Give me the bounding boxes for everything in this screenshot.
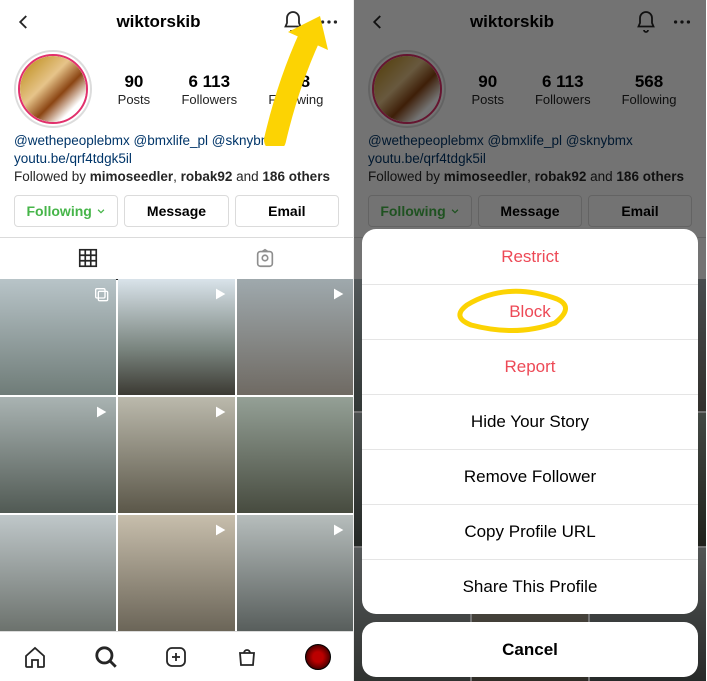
bottom-nav [0, 631, 353, 681]
back-button[interactable] [10, 8, 38, 36]
top-bar: wiktorskib [0, 0, 353, 44]
action-remove-follower[interactable]: Remove Follower [362, 449, 698, 504]
post-thumb[interactable] [0, 515, 116, 631]
followed-by-line[interactable]: Followed by mimoseedler, robak92 and 186… [14, 169, 330, 184]
message-button[interactable]: Message [124, 195, 228, 227]
profile-header: 90Posts 6 113Followers 568Following [0, 44, 353, 132]
nav-create-icon[interactable] [162, 643, 190, 671]
post-thumb[interactable] [118, 397, 234, 513]
action-block[interactable]: Block [362, 284, 698, 339]
profile-tabs [0, 237, 353, 279]
play-icon [211, 285, 229, 303]
action-hide-story[interactable]: Hide Your Story [362, 394, 698, 449]
profile-username: wiktorskib [46, 12, 271, 32]
stats-row: 90Posts 6 113Followers 568Following [102, 72, 339, 107]
notifications-icon[interactable] [279, 8, 307, 36]
play-icon [211, 521, 229, 539]
action-restrict[interactable]: Restrict [362, 229, 698, 284]
nav-profile-icon[interactable] [304, 643, 332, 671]
nav-search-icon[interactable] [92, 643, 120, 671]
post-thumb[interactable] [237, 397, 353, 513]
following-button[interactable]: Following [14, 195, 118, 227]
action-sheet-panel: Restrict Block Report Hide Your Story Re… [362, 229, 698, 614]
bio-link[interactable]: youtu.be/qrf4tdgk5il [14, 151, 132, 166]
screen-profile: wiktorskib 90Posts 6 113Followers 568Fol… [0, 0, 353, 681]
post-thumb[interactable] [237, 515, 353, 631]
play-icon [329, 521, 347, 539]
tab-tagged[interactable] [177, 238, 354, 279]
posts-grid [0, 279, 353, 631]
play-icon [329, 285, 347, 303]
stat-posts[interactable]: 90Posts [118, 72, 151, 107]
post-thumb[interactable] [0, 397, 116, 513]
post-thumb[interactable] [118, 515, 234, 631]
stat-following[interactable]: 568Following [268, 72, 323, 107]
play-icon [211, 403, 229, 421]
action-report[interactable]: Report [362, 339, 698, 394]
post-thumb[interactable] [118, 279, 234, 395]
action-copy-url[interactable]: Copy Profile URL [362, 504, 698, 559]
profile-bio: @wethepeoplebmx @bmxlife_pl @sknybmx you… [0, 132, 353, 195]
play-icon [92, 403, 110, 421]
profile-avatar[interactable] [14, 50, 92, 128]
action-cancel[interactable]: Cancel [362, 622, 698, 677]
multi-icon [92, 285, 110, 303]
tab-grid[interactable] [0, 238, 177, 279]
nav-shop-icon[interactable] [233, 643, 261, 671]
more-options-icon[interactable] [315, 8, 343, 36]
post-thumb[interactable] [0, 279, 116, 395]
post-thumb[interactable] [237, 279, 353, 395]
stat-followers[interactable]: 6 113Followers [181, 72, 237, 107]
action-buttons: Following Message Email [0, 195, 353, 237]
nav-home-icon[interactable] [21, 643, 49, 671]
action-share-profile[interactable]: Share This Profile [362, 559, 698, 614]
action-sheet: Restrict Block Report Hide Your Story Re… [354, 229, 706, 681]
bio-mentions[interactable]: @wethepeoplebmx @bmxlife_pl @sknybmx [14, 133, 279, 148]
screen-actionsheet: wiktorskib 90Posts 6 113Followers 568Fol… [353, 0, 706, 681]
email-button[interactable]: Email [235, 195, 339, 227]
